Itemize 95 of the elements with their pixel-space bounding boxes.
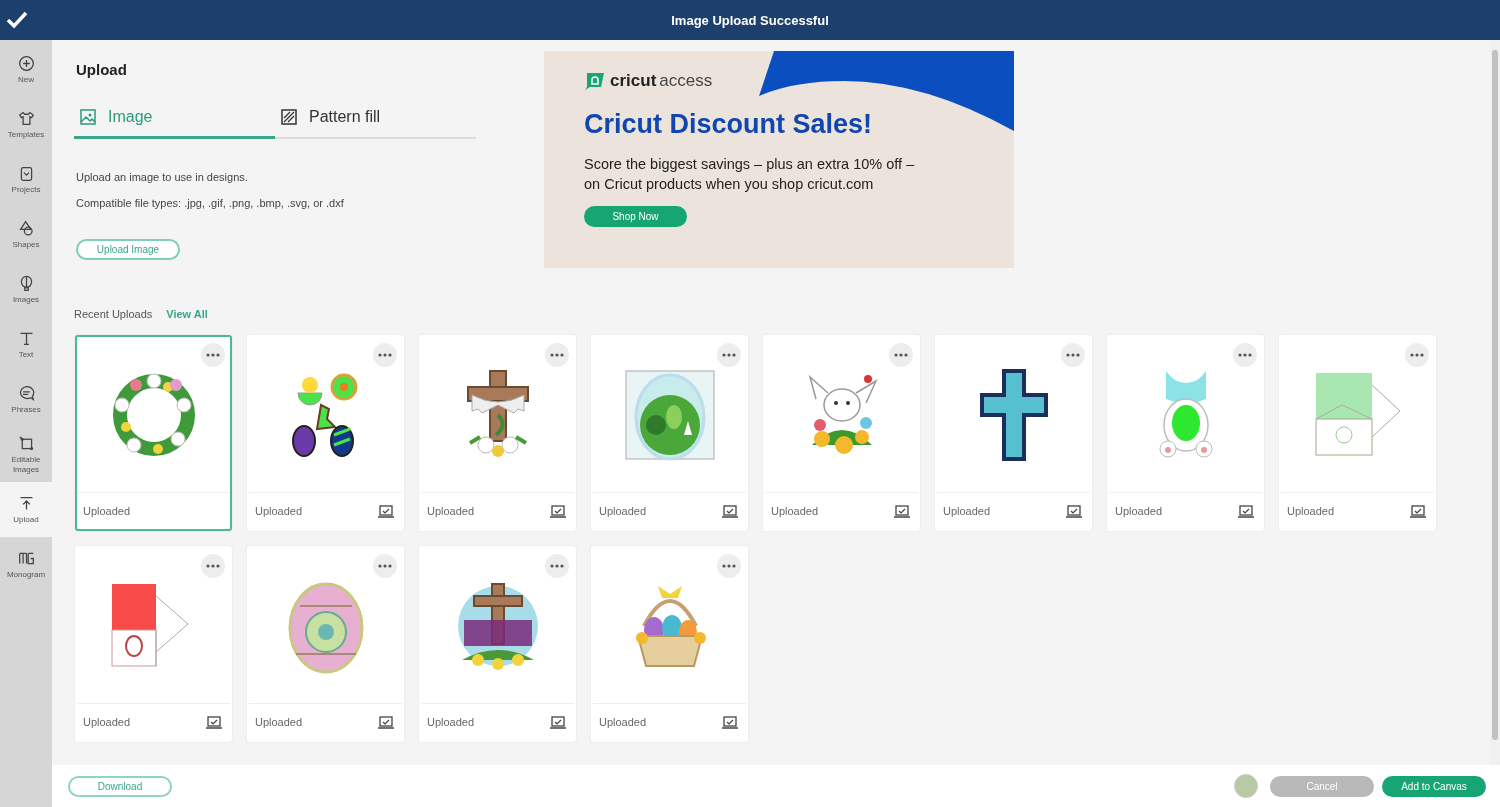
more-button[interactable]: [373, 554, 397, 578]
scrollbar[interactable]: [1490, 40, 1500, 765]
sidebar-item[interactable]: Shapes: [0, 207, 52, 262]
more-button[interactable]: [1233, 343, 1257, 367]
ellipsis-icon: [722, 353, 736, 357]
status-text: Uploaded: [427, 716, 475, 728]
upload-card[interactable]: Uploaded: [1279, 335, 1436, 531]
ellipsis-icon: [378, 564, 392, 568]
sidebar-item[interactable]: Images: [0, 262, 52, 317]
laptop-icon: [378, 504, 394, 518]
status-text: Uploaded: [255, 716, 303, 728]
hatched-square-icon: [281, 109, 297, 125]
upload-image-button[interactable]: Upload Image: [76, 239, 180, 260]
upload-card[interactable]: Uploaded: [247, 335, 404, 531]
status-text: Uploaded: [255, 505, 303, 517]
status-text: Uploaded: [599, 505, 647, 517]
laptop-icon: [722, 715, 738, 729]
upload-card[interactable]: Uploaded: [591, 546, 748, 742]
upload-card[interactable]: Uploaded: [247, 546, 404, 742]
ellipsis-icon: [1238, 353, 1252, 357]
ellipsis-icon: [1066, 353, 1080, 357]
logo-subtitle: access: [659, 71, 713, 91]
laptop-icon: [894, 504, 910, 518]
sidebar-item[interactable]: Upload: [0, 482, 52, 537]
laptop-icon: [378, 715, 394, 729]
more-button[interactable]: [1405, 343, 1429, 367]
tab[interactable]: Pattern fill: [275, 102, 476, 139]
ellipsis-icon: [894, 353, 908, 357]
ellipsis-icon: [550, 564, 564, 568]
upload-card[interactable]: Uploaded: [591, 335, 748, 531]
status-text: Uploaded: [599, 716, 647, 728]
logo-text: cricut: [610, 71, 657, 91]
laptop-icon: [1066, 504, 1082, 518]
laptop-icon: [550, 715, 566, 729]
image-icon: [80, 109, 96, 125]
status-text: Uploaded: [1115, 505, 1163, 517]
upload-card[interactable]: Uploaded: [935, 335, 1092, 531]
speech-bubble-icon: [17, 384, 35, 402]
status-text: Uploaded: [943, 505, 991, 517]
upload-card[interactable]: Uploaded: [763, 335, 920, 531]
ad-banner[interactable]: cricut access Cricut Discount Sales! Score the biggest savings – plus an extra 10% off – on Cricut products when you shop cricut.com Shop Now: [544, 51, 1014, 268]
file-types-text: Compatible file types: .jpg, .gif, .png, .bmp, .svg, or .dxf: [76, 197, 345, 209]
more-button[interactable]: [545, 343, 569, 367]
description-text: Upload an image to use in designs.: [76, 171, 249, 183]
section-title: Recent Uploads: [74, 308, 153, 320]
upload-card[interactable]: Uploaded: [75, 335, 232, 531]
upload-card[interactable]: Uploaded: [75, 546, 232, 742]
header-title: Image Upload Successful: [671, 12, 829, 28]
sidebar-item[interactable]: Monogram: [0, 537, 52, 592]
shapes-icon: [17, 219, 35, 237]
shop-now-button[interactable]: Shop Now: [584, 206, 687, 227]
upload-card[interactable]: Uploaded: [1107, 335, 1264, 531]
tab[interactable]: Image: [74, 102, 275, 139]
more-button[interactable]: [1061, 343, 1085, 367]
sidebar-item[interactable]: New: [0, 42, 52, 97]
upload-card[interactable]: Uploaded: [419, 335, 576, 531]
sidebar-item[interactable]: Templates: [0, 97, 52, 152]
status-text: Uploaded: [1287, 505, 1335, 517]
more-button[interactable]: [201, 554, 225, 578]
sidebar-item[interactable]: Text: [0, 317, 52, 372]
shirt-icon: [17, 109, 35, 127]
status-text: Uploaded: [427, 505, 475, 517]
upload-card[interactable]: Uploaded: [419, 546, 576, 742]
panel-title: Upload: [76, 61, 128, 78]
laptop-icon: [550, 504, 566, 518]
ellipsis-icon: [206, 353, 220, 357]
ellipsis-icon: [1410, 353, 1424, 357]
sidebar-item[interactable]: Phrases: [0, 372, 52, 427]
status-text: Uploaded: [83, 716, 131, 728]
more-button[interactable]: [717, 343, 741, 367]
laptop-icon: [1238, 504, 1254, 518]
edit-nodes-icon: [17, 435, 35, 453]
ellipsis-icon: [722, 564, 736, 568]
check-icon: [6, 11, 28, 29]
laptop-icon: [722, 504, 738, 518]
more-button[interactable]: [889, 343, 913, 367]
ad-text: Score the biggest savings – plus an extra 10% off – on Cricut products when you shop cricut.com: [584, 155, 916, 194]
plus-icon: [17, 54, 35, 72]
more-button[interactable]: [201, 343, 225, 367]
more-button[interactable]: [717, 554, 741, 578]
logo-icon: [584, 72, 604, 90]
status-text: Uploaded: [771, 505, 819, 517]
ellipsis-icon: [206, 564, 220, 568]
sidebar-item[interactable]: Editable Images: [0, 427, 52, 482]
laptop-icon: [1410, 504, 1426, 518]
status-text: Uploaded: [83, 505, 131, 517]
ellipsis-icon: [378, 353, 392, 357]
download-button[interactable]: Download: [68, 775, 172, 797]
more-button[interactable]: [373, 343, 397, 367]
more-button[interactable]: [545, 554, 569, 578]
laptop-icon: [206, 715, 222, 729]
ad-headline: Cricut Discount Sales!: [584, 109, 874, 140]
sidebar-item[interactable]: Projects: [0, 152, 52, 207]
ellipsis-icon: [550, 353, 564, 357]
add-to-canvas-button[interactable]: Add to Canvas: [1382, 775, 1486, 797]
